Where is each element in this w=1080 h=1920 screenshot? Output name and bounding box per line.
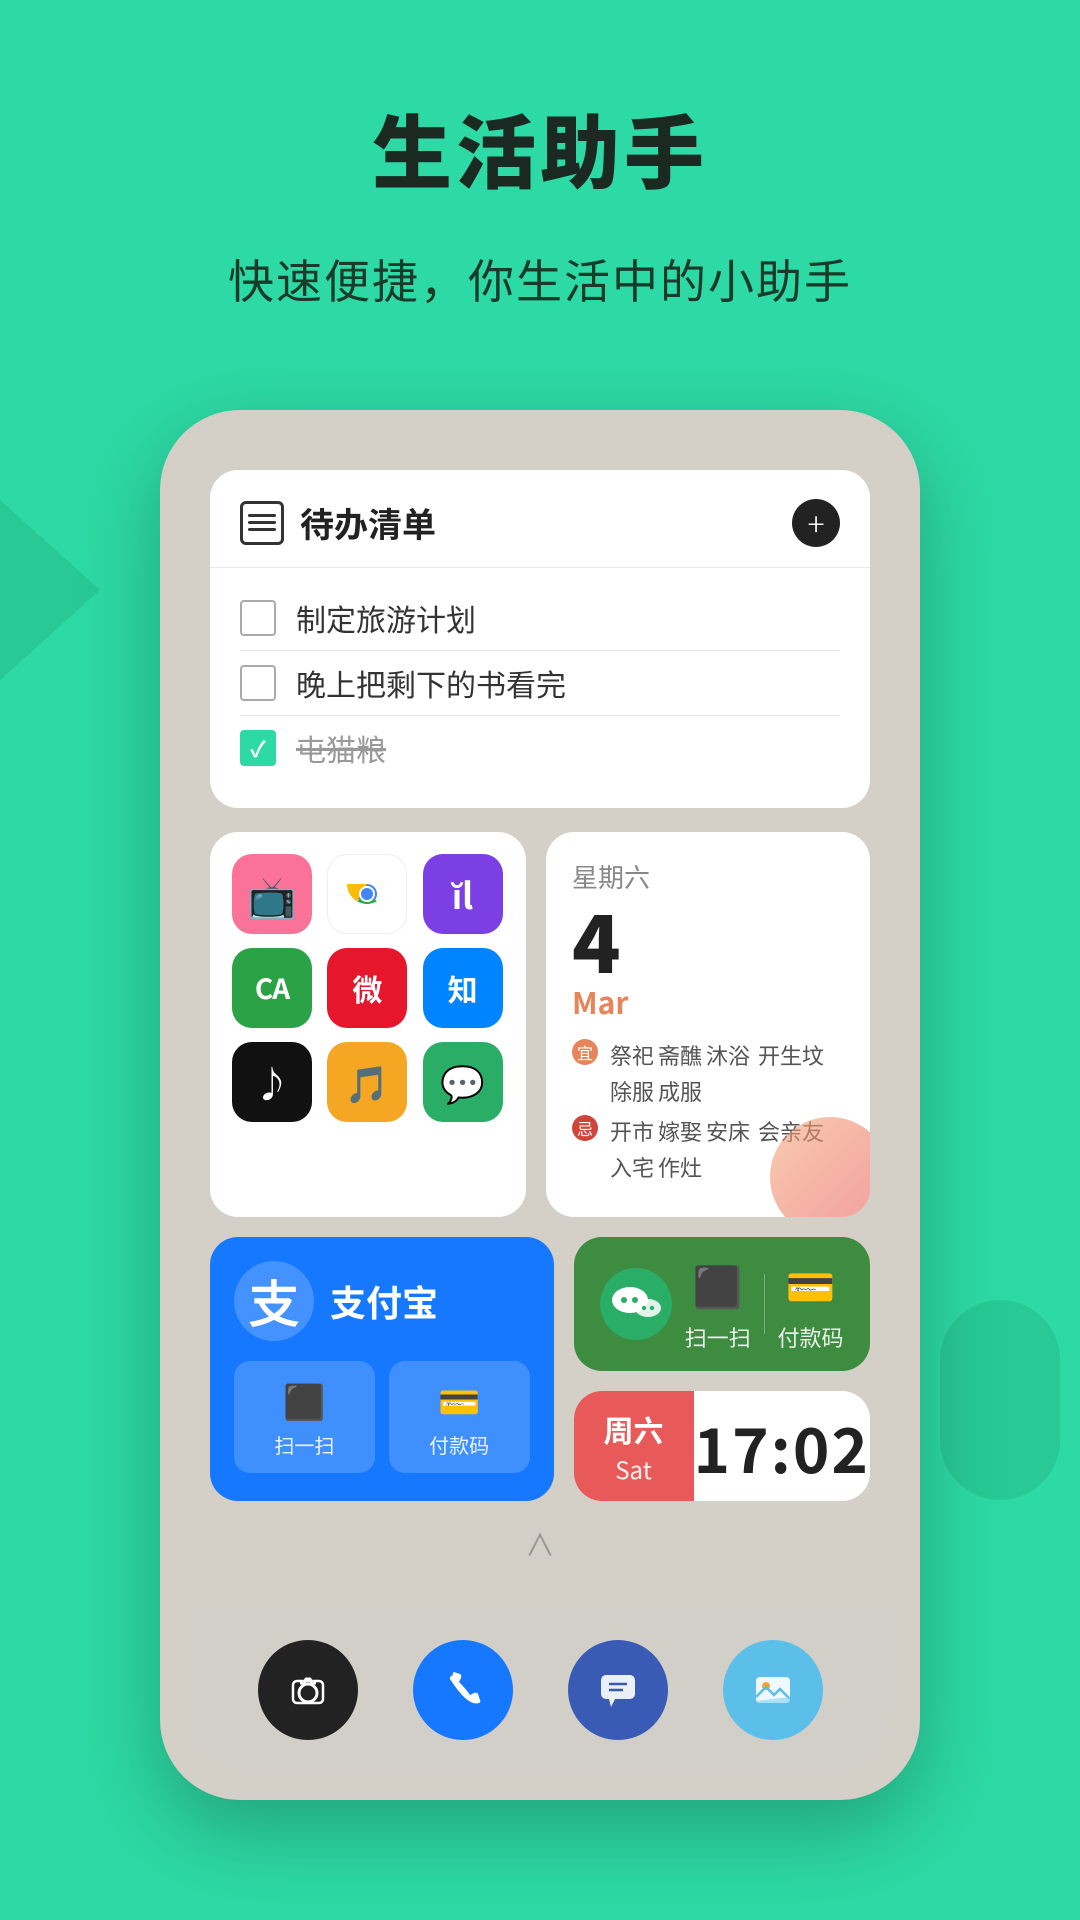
app-grid-widget: 📺 ĭl bbox=[210, 832, 526, 1217]
app-icon-tiktok[interactable]: ♪ bbox=[232, 1042, 312, 1122]
page-title: 生活助手 bbox=[0, 0, 1080, 206]
pay-icon: 💳 bbox=[438, 1375, 480, 1424]
wechat-divider bbox=[764, 1274, 765, 1334]
wechat-logo bbox=[600, 1268, 672, 1340]
wechat-scan-icon: ⬛ bbox=[693, 1255, 743, 1313]
alipay-logo: 支 bbox=[234, 1261, 314, 1341]
inauspicious-badge: 忌 bbox=[572, 1115, 598, 1141]
dock-camera-button[interactable] bbox=[258, 1640, 358, 1740]
checkbox-checked[interactable] bbox=[240, 730, 276, 766]
clock-day-badge: 周六 Sat bbox=[574, 1391, 694, 1501]
wechat-pay-widget[interactable]: ⬛ 扫一扫 💳 付款码 bbox=[574, 1237, 870, 1371]
clock-widget: 周六 Sat 17:02 bbox=[574, 1391, 870, 1501]
todo-item-text: 制定旅游计划 bbox=[296, 596, 476, 640]
app-icon-green[interactable]: CA bbox=[232, 948, 312, 1028]
todo-item-text: 晚上把剩下的书看完 bbox=[296, 661, 566, 705]
todo-widget: 待办清单 + 制定旅游计划 晚上把剩下的书看完 bbox=[210, 470, 870, 808]
scan-label: 扫一扫 bbox=[274, 1430, 334, 1459]
app-icon-weibo[interactable]: 微 bbox=[327, 948, 407, 1028]
wechat-pay-icon: 💳 bbox=[786, 1255, 836, 1313]
clock-day-cn: 周六 bbox=[604, 1407, 664, 1451]
dock-phone-button[interactable] bbox=[413, 1640, 513, 1740]
todo-item[interactable]: 晚上把剩下的书看完 bbox=[240, 650, 840, 715]
wechat-scan-label: 扫一扫 bbox=[685, 1321, 751, 1353]
app-icon-zhihu[interactable]: 知 bbox=[423, 948, 503, 1028]
bottom-dock bbox=[190, 1610, 890, 1770]
wechat-pay-button[interactable]: 💳 付款码 bbox=[778, 1255, 844, 1353]
dock-gallery-button[interactable] bbox=[723, 1640, 823, 1740]
page-subtitle: 快速便捷，你生活中的小助手 bbox=[0, 246, 1080, 312]
app-icon-bilibili[interactable]: 📺 bbox=[232, 854, 312, 934]
cal-month: Mar bbox=[572, 979, 844, 1023]
app-icon-music[interactable]: 🎵 bbox=[327, 1042, 407, 1122]
wechat-pay-label: 付款码 bbox=[778, 1321, 844, 1353]
alipay-name: 支付宝 bbox=[330, 1275, 438, 1327]
deco-left bbox=[0, 500, 100, 680]
todo-list-icon bbox=[240, 501, 284, 545]
calendar-widget: 星期六 4 Mar 宜 祭祀斋醮沐浴 开生坟除服成服 bbox=[546, 832, 870, 1217]
checkbox-unchecked[interactable] bbox=[240, 600, 276, 636]
todo-divider bbox=[210, 567, 870, 568]
swipe-up-indicator: ∧ bbox=[210, 1521, 870, 1565]
pay-label: 付款码 bbox=[429, 1430, 489, 1459]
deco-right bbox=[940, 1300, 1060, 1500]
app-icon-purple[interactable]: ĭl bbox=[423, 854, 503, 934]
clock-day-en: Sat bbox=[615, 1451, 652, 1486]
checkbox-unchecked[interactable] bbox=[240, 665, 276, 701]
wechat-scan-button[interactable]: ⬛ 扫一扫 bbox=[685, 1255, 751, 1353]
scan-icon: ⬛ bbox=[283, 1375, 325, 1424]
todo-item-text: 屯猫粮 bbox=[296, 726, 386, 770]
auspicious-items: 祭祀斋醮沐浴 开生坟除服成服 bbox=[610, 1039, 844, 1107]
phone-mockup: 待办清单 + 制定旅游计划 晚上把剩下的书看完 bbox=[160, 410, 920, 1800]
app-icon-chrome[interactable] bbox=[327, 854, 407, 934]
phone-screen: 待办清单 + 制定旅游计划 晚上把剩下的书看完 bbox=[190, 450, 890, 1770]
alipay-widget[interactable]: 支 支付宝 ⬛ 扫一扫 💳 付款码 bbox=[210, 1237, 554, 1501]
todo-add-button[interactable]: + bbox=[792, 499, 840, 547]
todo-item[interactable]: 屯猫粮 bbox=[240, 715, 840, 780]
auspicious-badge: 宜 bbox=[572, 1039, 598, 1065]
alipay-scan-button[interactable]: ⬛ 扫一扫 bbox=[234, 1361, 375, 1473]
dock-message-button[interactable] bbox=[568, 1640, 668, 1740]
app-icon-wechat[interactable]: 💬 bbox=[423, 1042, 503, 1122]
cal-date-num: 4 bbox=[572, 899, 621, 979]
todo-title: 待办清单 bbox=[300, 498, 436, 547]
alipay-pay-button[interactable]: 💳 付款码 bbox=[389, 1361, 530, 1473]
todo-item[interactable]: 制定旅游计划 bbox=[240, 586, 840, 650]
clock-time: 17:02 bbox=[694, 1401, 870, 1491]
